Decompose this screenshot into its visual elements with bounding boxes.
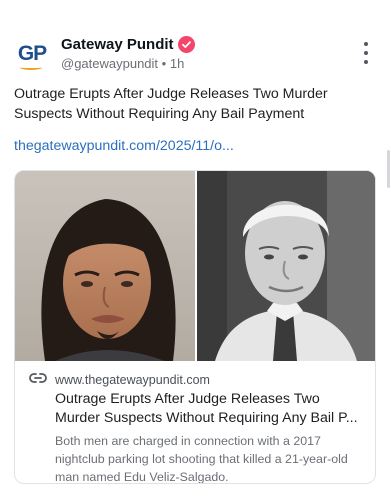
verified-check-icon bbox=[177, 35, 195, 53]
link-preview-card[interactable]: www.thegatewaypundit.com Outrage Erupts … bbox=[14, 170, 376, 484]
more-options-icon[interactable] bbox=[360, 42, 372, 64]
link-preview-domain: www.thegatewaypundit.com bbox=[55, 373, 210, 387]
link-icon bbox=[29, 371, 47, 389]
post-timestamp[interactable]: 1h bbox=[170, 56, 184, 71]
link-preview-title-line1: Outrage Erupts After Judge Releases Two bbox=[55, 391, 320, 407]
link-preview-image[interactable] bbox=[15, 171, 375, 361]
preview-photo-right bbox=[195, 171, 375, 361]
scrollbar-thumb[interactable] bbox=[387, 150, 390, 188]
author-meta: @gatewaypundit • 1h bbox=[61, 56, 195, 71]
meta-separator: • bbox=[161, 56, 167, 71]
post-link[interactable]: thegatewaypundit.com/2025/11/o... bbox=[14, 138, 374, 154]
avatar-logo-text: GP bbox=[17, 42, 47, 65]
preview-photo-left bbox=[15, 171, 195, 361]
avatar[interactable]: GP bbox=[14, 36, 50, 72]
author-display-name[interactable]: Gateway Pundit bbox=[61, 36, 174, 53]
author-block: Gateway Pundit @gatewaypundit • 1h bbox=[61, 34, 195, 71]
post-text: Outrage Erupts After Judge Releases Two … bbox=[14, 86, 328, 122]
post-card[interactable]: GP Gateway Pundit @gatewaypundit • 1h Ou bbox=[0, 0, 391, 500]
author-handle[interactable]: @gatewaypundit bbox=[61, 56, 158, 71]
link-preview-description: Both men are charged in connection with … bbox=[55, 434, 348, 484]
avatar-swoosh bbox=[20, 65, 42, 70]
link-preview-body[interactable]: www.thegatewaypundit.com Outrage Erupts … bbox=[29, 371, 365, 484]
post-header: GP Gateway Pundit @gatewaypundit • 1h bbox=[14, 32, 382, 76]
link-preview-title: Outrage Erupts After Judge Releases Two … bbox=[55, 390, 363, 428]
link-preview-title-line2: Murder Suspects Without Requiring Any Ba… bbox=[55, 410, 358, 426]
